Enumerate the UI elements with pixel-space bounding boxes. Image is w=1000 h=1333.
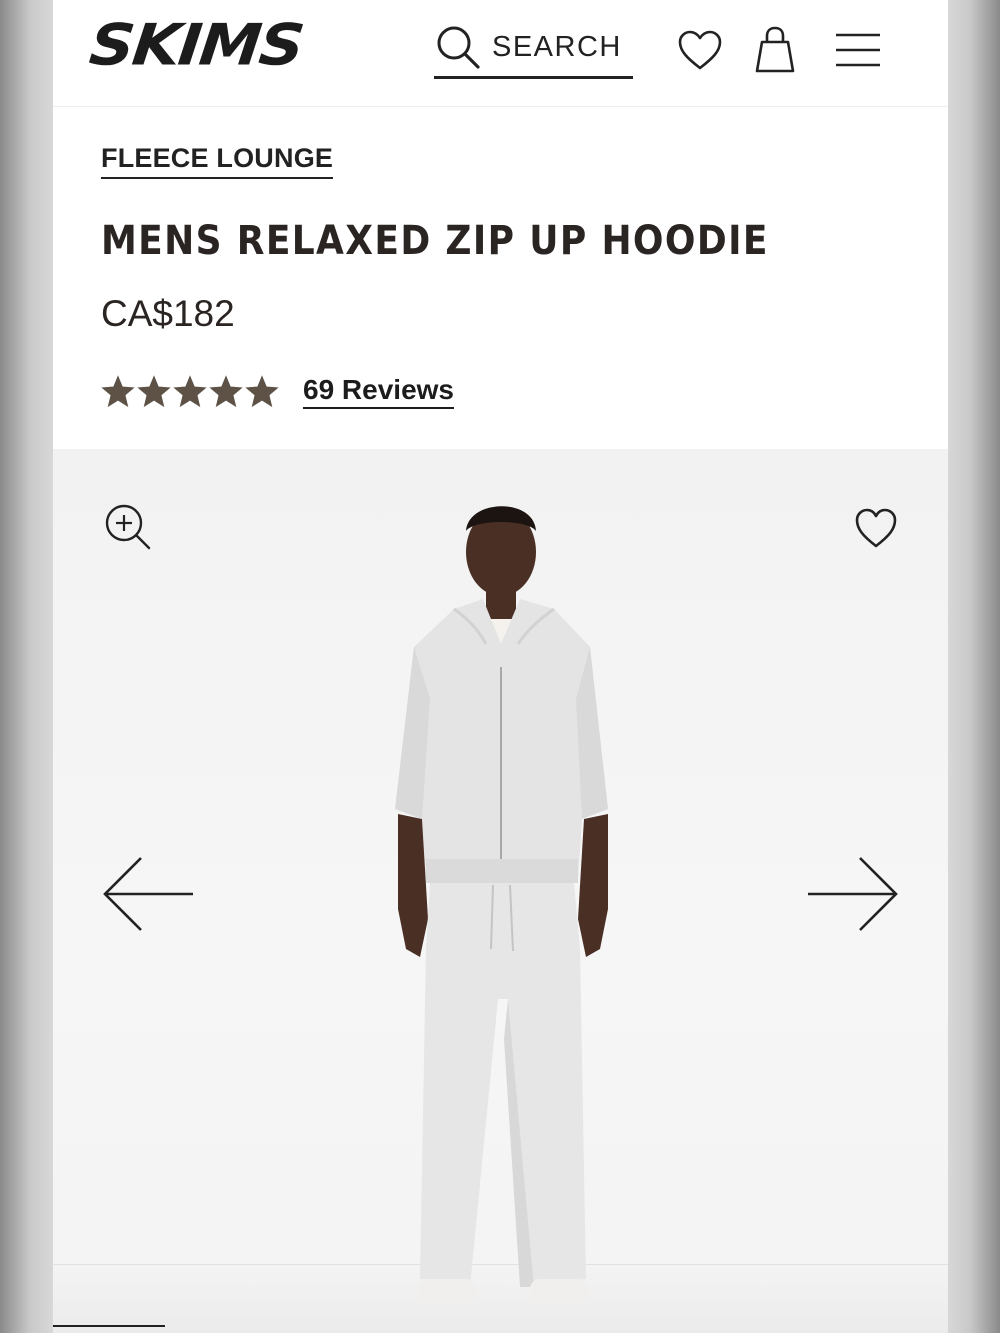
heart-icon [678,30,722,70]
add-to-wishlist-button[interactable] [854,507,898,551]
star-icon [173,374,207,407]
search-icon [437,26,480,69]
product-price: CA$182 [101,293,235,334]
arrow-right-icon [808,857,898,931]
page-indicator [53,1325,165,1327]
arrow-left-icon [103,857,193,931]
zoom-in-icon [105,504,151,550]
product-page: SKIMS SEARCH FLEECE LOUNGE MENS RELAXED … [53,0,948,1333]
bag-icon [755,26,795,73]
star-icon [137,374,171,407]
product-image-gallery[interactable] [53,449,948,1333]
cart-button[interactable] [753,26,797,74]
star-icon [209,374,243,407]
search-label: SEARCH [492,30,622,63]
star-icon [245,374,279,407]
star-icon [101,374,135,407]
previous-image-button[interactable] [101,854,195,934]
brand-logo[interactable]: SKIMS [86,11,306,78]
menu-icon [836,33,880,67]
rating-stars [101,374,279,409]
menu-button[interactable] [834,30,882,70]
product-image-model[interactable] [358,479,648,1319]
collection-breadcrumb[interactable]: FLEECE LOUNGE [101,143,334,179]
next-image-button[interactable] [806,854,900,934]
reviews-link[interactable]: 69 Reviews [303,374,454,409]
search-bar[interactable]: SEARCH [434,18,633,79]
site-header: SKIMS SEARCH [53,0,948,107]
zoom-button[interactable] [103,502,153,552]
wishlist-button[interactable] [677,28,723,74]
wishlist-heart-icon [855,508,897,548]
product-rating: 69 Reviews [101,374,454,409]
product-title: MENS RELAXED ZIP UP HOODIE [101,218,769,264]
